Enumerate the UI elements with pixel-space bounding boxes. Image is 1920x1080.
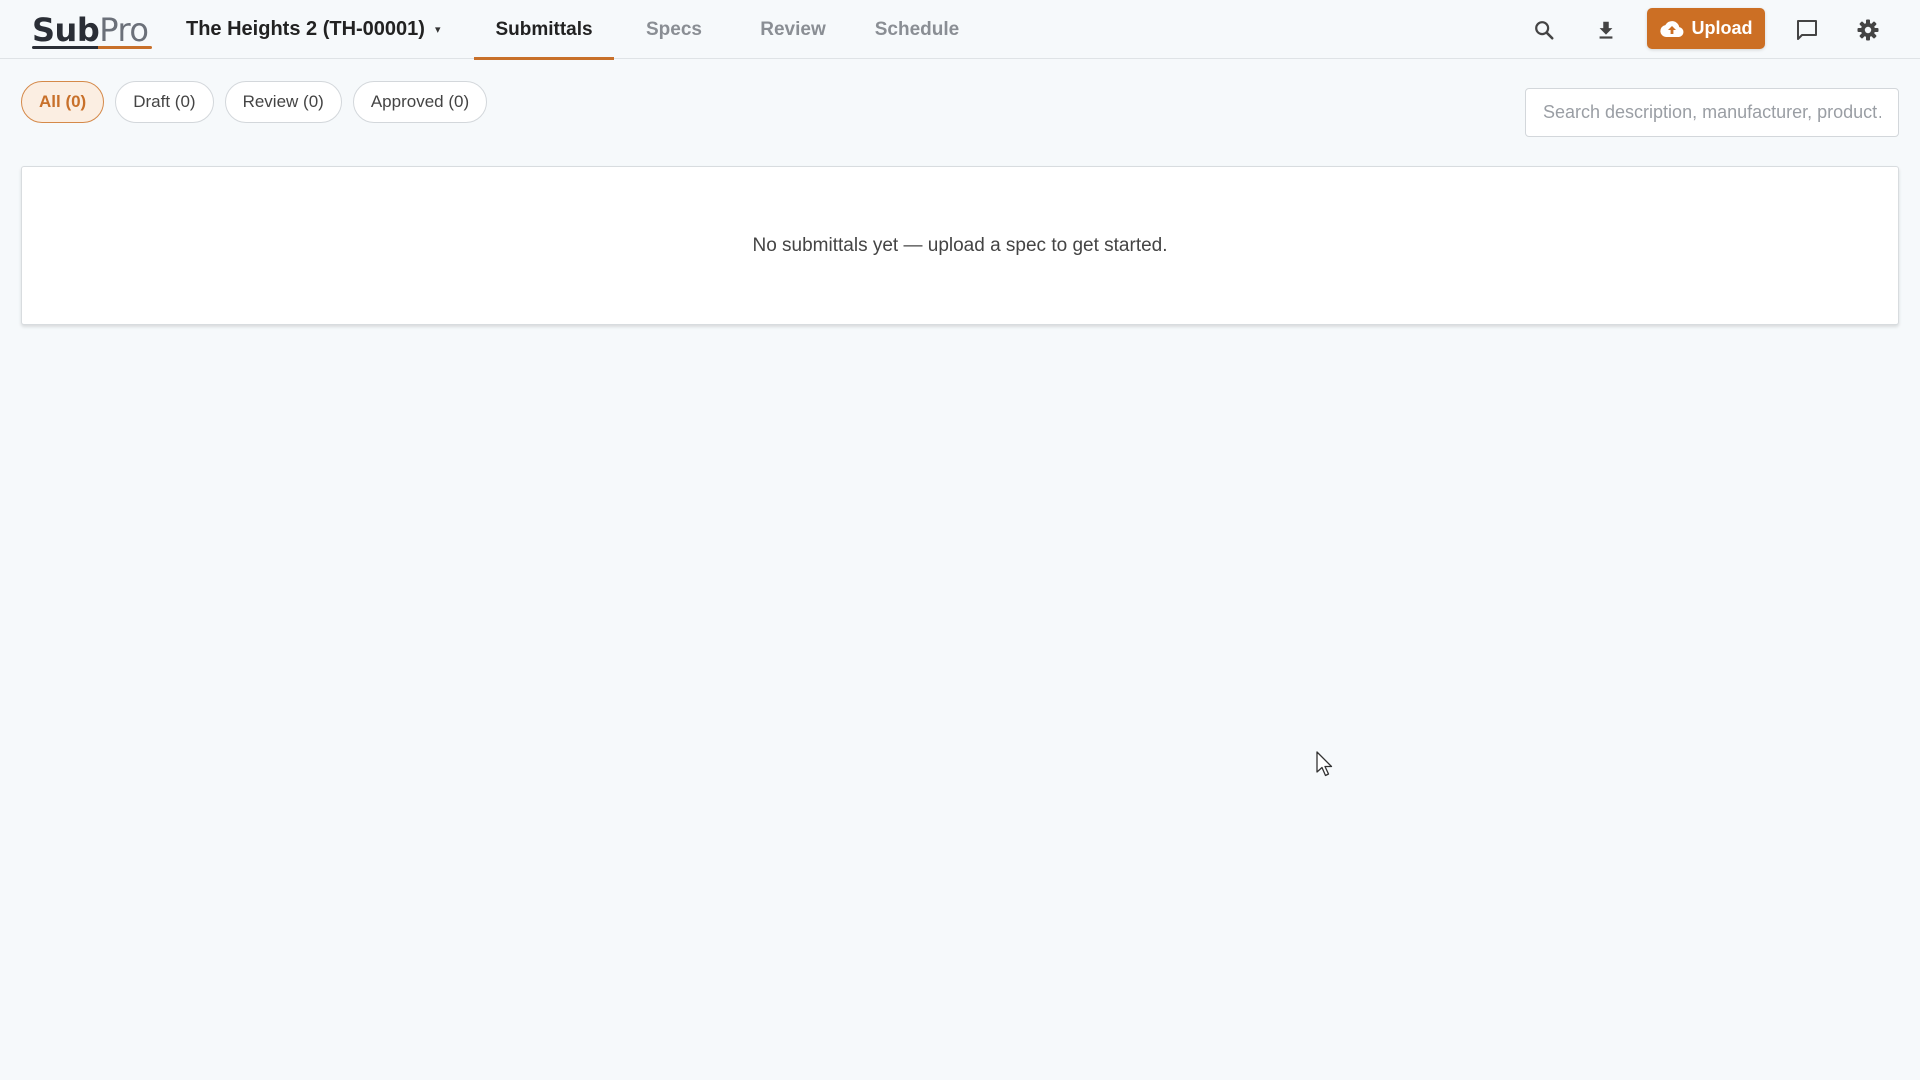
search-input[interactable]: [1525, 88, 1899, 137]
mouse-cursor-icon: [1316, 751, 1333, 777]
tab-schedule[interactable]: Schedule: [852, 0, 982, 59]
chat-icon[interactable]: [1791, 14, 1823, 46]
tab-review[interactable]: Review: [734, 0, 852, 59]
cloud-upload-icon: [1659, 20, 1683, 37]
download-icon[interactable]: [1590, 14, 1622, 46]
gear-icon[interactable]: [1852, 14, 1884, 46]
tab-submittals[interactable]: Submittals: [474, 0, 614, 60]
filter-all[interactable]: All (0): [21, 81, 105, 123]
top-navigation-bar: SubPro The Heights 2 (TH-00001) ▾ Submit…: [0, 0, 1920, 60]
upload-button[interactable]: Upload: [1647, 8, 1765, 49]
empty-state-message: No submittals yet — upload a spec to get…: [752, 234, 1168, 256]
logo-accent-text: Pro: [99, 11, 149, 49]
logo-underline: [32, 46, 152, 49]
project-selector[interactable]: The Heights 2 (TH-00001) ▾: [186, 14, 440, 44]
filter-review[interactable]: Review (0): [224, 81, 342, 123]
tab-specs[interactable]: Specs: [614, 0, 734, 59]
filter-draft[interactable]: Draft (0): [115, 81, 214, 123]
status-filters: All (0) Draft (0) Review (0) Approved (0…: [21, 81, 488, 123]
empty-state-card: No submittals yet — upload a spec to get…: [21, 166, 1899, 325]
main-tabs: Submittals Specs Review Schedule: [474, 0, 982, 60]
upload-label: Upload: [1691, 18, 1753, 38]
project-name: The Heights 2 (TH-00001): [186, 17, 425, 40]
logo-main-text: Sub: [32, 11, 100, 49]
chevron-down-icon: ▾: [434, 23, 441, 36]
filter-approved[interactable]: Approved (0): [352, 81, 488, 123]
subpro-logo[interactable]: SubPro: [32, 8, 152, 49]
search-icon[interactable]: [1528, 14, 1560, 46]
